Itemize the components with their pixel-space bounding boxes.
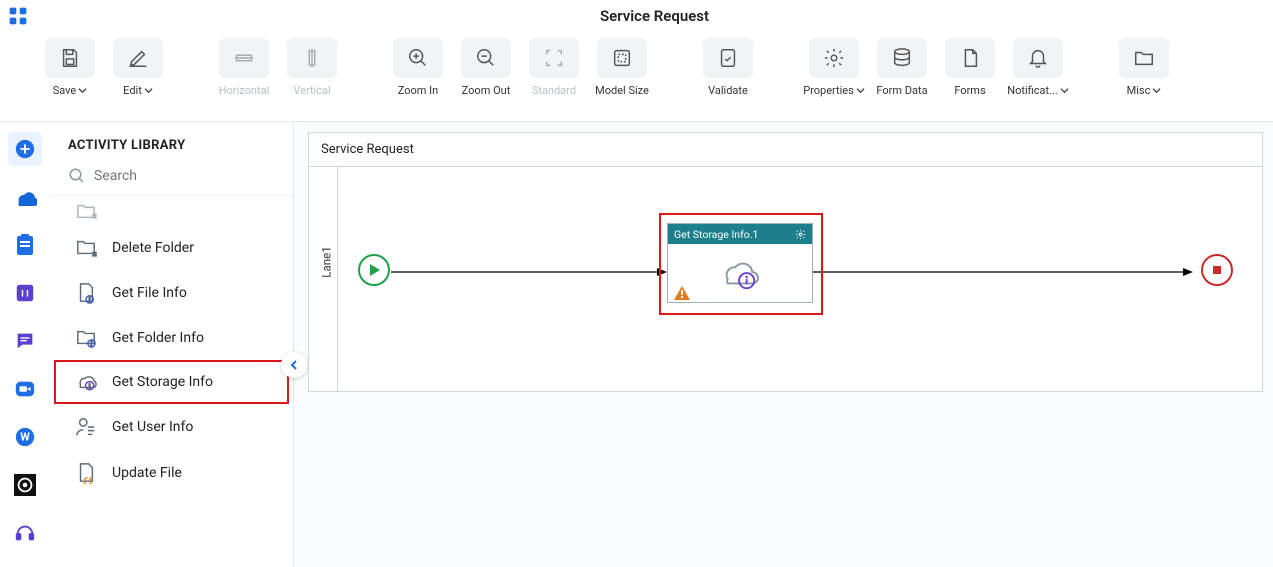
activity-get-folder-info[interactable]: i Get Folder Info: [54, 316, 289, 360]
list-item-label: Update File: [112, 465, 182, 481]
sidebar-title: ACTIVITY LIBRARY: [50, 122, 293, 167]
search-input[interactable]: [94, 168, 275, 184]
align-vertical-icon: [287, 38, 337, 78]
list-item-label: Get File Info: [112, 285, 187, 301]
svg-text:×: ×: [92, 249, 97, 258]
rail-clipboard-icon[interactable]: [8, 228, 42, 262]
align-horizontal-button: Horizontal: [214, 38, 274, 97]
folder-delete-icon: ×: [74, 238, 98, 258]
rail-video-icon[interactable]: [8, 372, 42, 406]
activity-update-file[interactable]: Update File: [54, 450, 289, 496]
svg-text:×: ×: [92, 211, 96, 220]
left-rail: I I W: [0, 122, 50, 567]
page-title: Service Request: [36, 7, 1273, 25]
edit-button[interactable]: Edit: [108, 38, 168, 97]
align-vertical-button: Vertical: [282, 38, 342, 97]
rail-headers-icon[interactable]: I I: [8, 276, 42, 310]
pencil-icon: [113, 38, 163, 78]
canvas-area: Service Request Lane1 Get Storage Info.1: [294, 122, 1273, 567]
apps-icon[interactable]: [0, 6, 36, 26]
rail-target-icon[interactable]: [8, 468, 42, 502]
notifications-button[interactable]: Notificat...: [1008, 38, 1068, 97]
validate-icon: [703, 38, 753, 78]
chevron-down-icon: [144, 86, 153, 95]
chevron-down-icon: [78, 86, 87, 95]
connector-arrow: [391, 268, 667, 278]
folder-info-icon: i: [74, 328, 98, 348]
model-size-button[interactable]: Model Size: [592, 38, 652, 97]
misc-button[interactable]: Misc: [1114, 38, 1174, 97]
folder-icon: [1119, 38, 1169, 78]
start-node[interactable]: [357, 253, 391, 287]
zoom-in-button[interactable]: Zoom In: [388, 38, 448, 97]
user-info-icon: [74, 416, 98, 438]
list-item-label: Get Folder Info: [112, 330, 204, 346]
lane-divider: [337, 167, 338, 391]
rail-cloud-icon[interactable]: [8, 180, 42, 214]
activity-node[interactable]: Get Storage Info.1: [667, 223, 813, 303]
list-item-label: Delete Folder: [112, 240, 194, 256]
chevron-down-icon: [1152, 86, 1161, 95]
rail-headset-icon[interactable]: [8, 516, 42, 550]
connector-arrow: [813, 268, 1193, 278]
expand-icon: [597, 38, 647, 78]
align-horizontal-icon: [219, 38, 269, 78]
fit-screen-icon: [529, 38, 579, 78]
cloud-info-icon: i: [74, 372, 98, 392]
sidebar-collapse-button[interactable]: [281, 352, 307, 378]
zoom-out-button[interactable]: Zoom Out: [456, 38, 516, 97]
gear-icon[interactable]: [795, 229, 806, 240]
canvas-title: Service Request: [309, 133, 1262, 167]
warning-icon: [674, 286, 690, 300]
list-item-partial[interactable]: ×: [54, 200, 289, 226]
rail-add-button[interactable]: [8, 132, 42, 166]
activity-get-user-info[interactable]: Get User Info: [54, 404, 289, 450]
save-button[interactable]: Save: [40, 38, 100, 97]
database-icon: [877, 38, 927, 78]
svg-text:W: W: [20, 431, 30, 444]
activity-get-storage-info[interactable]: i Get Storage Info: [54, 360, 289, 404]
chevron-down-icon: [1060, 86, 1069, 95]
search-row: [50, 167, 293, 196]
chevron-left-icon: [288, 359, 300, 371]
file-update-icon: [74, 462, 98, 484]
chevron-down-icon: [856, 86, 865, 95]
file-info-icon: i: [74, 282, 98, 304]
activity-list: × × Delete Folder i Get File Info i Get …: [50, 196, 293, 500]
lane-label: Lane1: [320, 246, 334, 277]
bell-icon: [1013, 38, 1063, 78]
end-node[interactable]: [1200, 253, 1234, 287]
rail-wordpress-icon[interactable]: W: [8, 420, 42, 454]
search-icon: [68, 167, 86, 185]
list-item-label: Get User Info: [112, 419, 193, 435]
workflow-canvas[interactable]: Service Request Lane1 Get Storage Info.1: [308, 132, 1263, 392]
zoom-out-icon: [461, 38, 511, 78]
activity-sidebar: ACTIVITY LIBRARY × × Delete Folder i Get…: [50, 122, 294, 567]
zoom-standard-button: Standard: [524, 38, 584, 97]
toolbar: Save Edit Horizontal Vertical Zoom In Zo…: [0, 32, 1273, 122]
validate-button[interactable]: Validate: [698, 38, 758, 97]
gear-icon: [809, 38, 859, 78]
svg-text:I I: I I: [21, 290, 29, 300]
document-icon: [945, 38, 995, 78]
form-data-button[interactable]: Form Data: [872, 38, 932, 97]
properties-button[interactable]: Properties: [804, 38, 864, 97]
activity-node-title: Get Storage Info.1: [674, 228, 758, 241]
zoom-in-icon: [393, 38, 443, 78]
activity-delete-folder[interactable]: × Delete Folder: [54, 226, 289, 270]
cloud-info-icon: [718, 256, 762, 292]
list-item-label: Get Storage Info: [112, 374, 213, 390]
activity-get-file-info[interactable]: i Get File Info: [54, 270, 289, 316]
rail-chat-icon[interactable]: [8, 324, 42, 358]
save-icon: [45, 38, 95, 78]
forms-button[interactable]: Forms: [940, 38, 1000, 97]
